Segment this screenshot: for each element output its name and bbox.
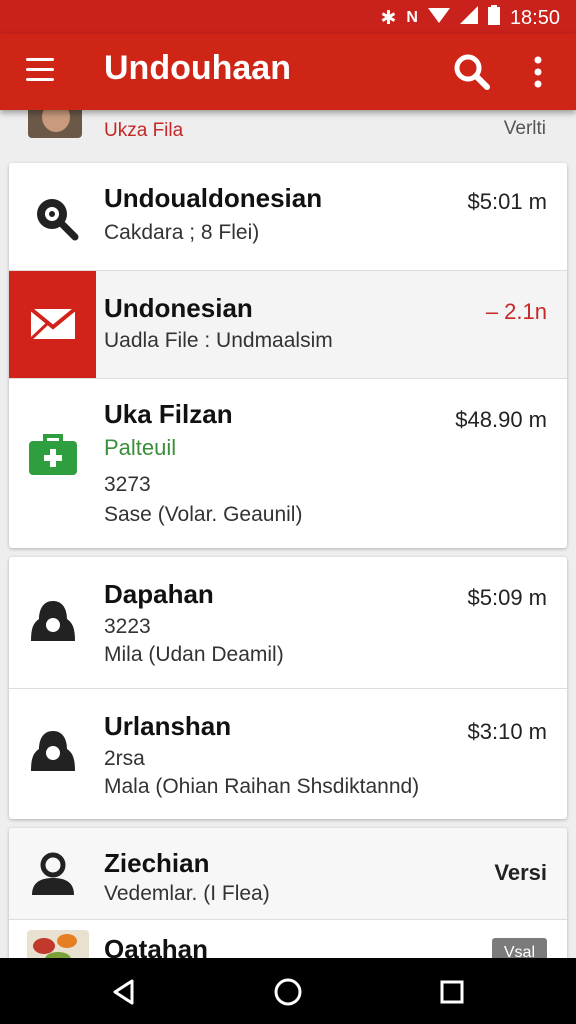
more-options-icon[interactable] [524,52,552,92]
item-detail: Sase (Volar. Geaunil) [104,503,303,526]
user-icon [29,729,77,778]
item-subtitle: 3223 [104,615,151,638]
list-item[interactable]: Ziechian Vedemlar. (I Flea) Versi [9,828,567,920]
item-title: Uka Filzan [104,399,233,429]
signal-icon [459,6,478,30]
item-subtitle: Vedemlar. (I Flea) [104,882,270,905]
item-subtitle: 2rsa [104,747,145,770]
item-price: – 2.1n [485,299,547,324]
navigation-bar [0,958,576,1024]
avatar [28,110,82,138]
item-detail: 3273 [104,473,151,496]
recents-icon[interactable] [436,976,468,1008]
app-bar: Undouhaan [0,34,576,110]
search-icon [33,195,79,246]
list-item[interactable]: Oatahan Vsal [9,920,567,958]
item-price: $5:01 m [467,189,548,214]
item-title: Urlanshan [104,711,232,741]
item-title: Dapahan [104,579,214,609]
item-price: $48.90 m [455,407,547,432]
item-detail: Mila (Udan Deamil) [104,643,284,666]
wifi-icon [427,6,450,30]
battery-icon [487,5,500,31]
list-item[interactable]: Undonesian Uadla File : Undmaalsim – 2.1… [9,271,567,379]
list-item[interactable]: Uka Filzan Palteuil 3273 Sase (Volar. Ge… [9,379,567,548]
item-subtitle: Ukza Fila [104,120,184,141]
list-item[interactable]: Urlanshan 2rsa Mala (Ohian Raihan Shsdik… [9,689,567,819]
app-title: Undouhaan [104,49,291,87]
user-icon [29,599,77,648]
back-icon[interactable] [108,976,140,1008]
nfc-icon: N [406,9,418,26]
food-thumbnail-icon [27,930,89,958]
mail-icon [29,307,77,346]
person-icon [29,852,77,901]
item-value: Versi [494,860,547,885]
status-bar: ✱ N 18:50 [0,0,576,34]
medkit-icon [29,433,77,480]
item-price: $5:09 m [467,585,548,610]
item-price: $3:10 m [467,719,548,744]
item-title: Ziechian [104,848,210,878]
list-card: Undoualdonesian Cakdara ; 8 Flei) $5:01 … [9,163,567,548]
item-list[interactable]: Ukza Fila Verlti Undoualdonesian Cakdara… [0,110,576,958]
list-card: Dapahan 3223 Mila (Udan Deamil) $5:09 m … [9,557,567,819]
item-icon-tile [9,271,96,379]
item-title: Oatahan [104,934,209,958]
list-item[interactable]: Dapahan 3223 Mila (Udan Deamil) $5:09 m [9,557,567,689]
list-item[interactable]: Undoualdonesian Cakdara ; 8 Flei) $5:01 … [9,163,567,271]
item-subtitle: Palteuil [104,435,177,460]
item-subtitle: Cakdara ; 8 Flei) [104,221,260,244]
home-icon[interactable] [272,976,304,1008]
item-value: Verlti [503,118,546,139]
item-badge: Vsal [491,938,547,958]
item-title: Undoualdonesian [104,183,323,213]
item-subtitle: Uadla File : Undmaalsim [104,329,333,352]
status-time: 18:50 [509,6,560,29]
bluetooth-icon: ✱ [380,7,397,29]
search-icon[interactable] [452,52,492,92]
item-title: Undonesian [104,293,253,323]
item-detail: Mala (Ohian Raihan Shsdiktannd) [104,775,420,798]
list-card: Ziechian Vedemlar. (I Flea) Versi Oataha… [9,828,567,958]
menu-icon[interactable] [26,58,56,84]
list-item[interactable]: Ukza Fila Verlti [0,110,576,156]
